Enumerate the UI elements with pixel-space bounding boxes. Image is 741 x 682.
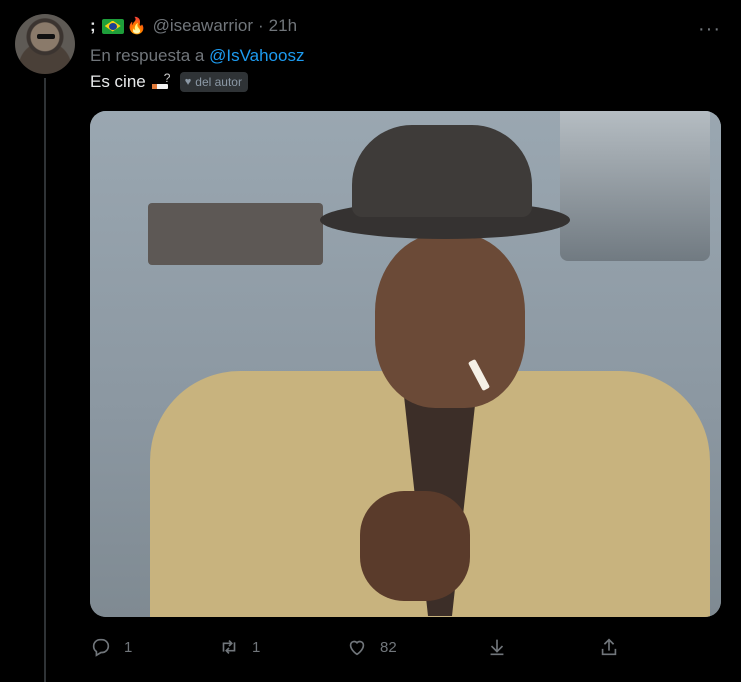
brazil-flag-icon bbox=[101, 18, 124, 34]
separator: · bbox=[257, 16, 264, 35]
heart-icon: ♥ bbox=[184, 76, 192, 88]
tweet-actions: 1 1 82 bbox=[90, 636, 630, 660]
fire-icon: 🔥 bbox=[126, 18, 147, 35]
tweet-media[interactable] bbox=[90, 111, 721, 617]
share-icon bbox=[601, 638, 617, 656]
reply-button[interactable]: 1 bbox=[90, 636, 132, 658]
like-count: 82 bbox=[380, 638, 397, 656]
more-icon[interactable]: ··· bbox=[698, 18, 721, 41]
like-button[interactable]: 82 bbox=[346, 636, 397, 658]
reply-mention-link[interactable]: @IsVahoosz bbox=[209, 46, 304, 65]
tweet-header: ; 🔥 @iseawarrior · 21h bbox=[90, 16, 297, 36]
media-scene bbox=[90, 111, 721, 617]
retweet-icon bbox=[222, 639, 236, 655]
display-name[interactable]: ; bbox=[90, 16, 96, 36]
share-button[interactable] bbox=[598, 636, 620, 658]
reply-icon bbox=[92, 638, 110, 657]
bookmark-button[interactable] bbox=[486, 636, 508, 658]
heart-outline-icon bbox=[349, 640, 365, 656]
reply-context: En respuesta a @IsVahoosz bbox=[90, 46, 304, 66]
reply-count: 1 bbox=[124, 638, 133, 656]
arrow-down-icon bbox=[490, 639, 504, 656]
smoke-glyph: ? bbox=[163, 71, 171, 85]
retweet-count: 1 bbox=[252, 638, 261, 656]
timestamp[interactable]: 21h bbox=[269, 16, 297, 36]
tweet-body: Es cine bbox=[90, 72, 146, 91]
author-liked-badge: ♥ del autor bbox=[179, 72, 248, 92]
author-badge-label: del autor bbox=[195, 75, 242, 89]
reply-prefix: En respuesta a bbox=[90, 46, 205, 65]
retweet-button[interactable]: 1 bbox=[218, 636, 260, 658]
thread-line bbox=[44, 78, 46, 682]
username-handle[interactable]: @iseawarrior bbox=[153, 16, 253, 36]
avatar-glasses bbox=[37, 34, 55, 39]
avatar[interactable] bbox=[15, 14, 75, 74]
tweet-text: Es cine ? ♥ del autor bbox=[90, 71, 248, 92]
cigarette-emoji-icon: ? bbox=[151, 71, 172, 91]
